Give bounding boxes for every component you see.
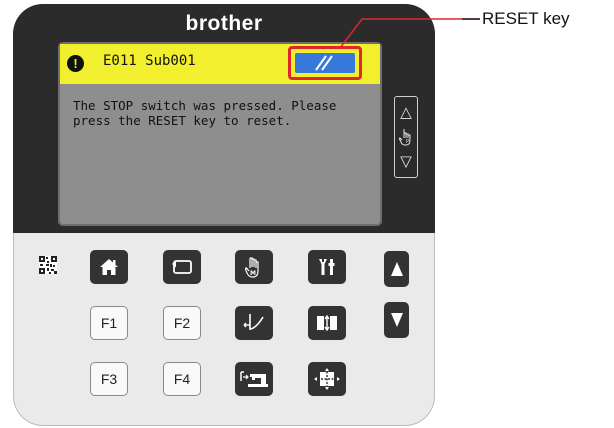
reset-key-callout-label: RESET key <box>482 9 570 28</box>
callout-leader-line <box>339 18 480 49</box>
